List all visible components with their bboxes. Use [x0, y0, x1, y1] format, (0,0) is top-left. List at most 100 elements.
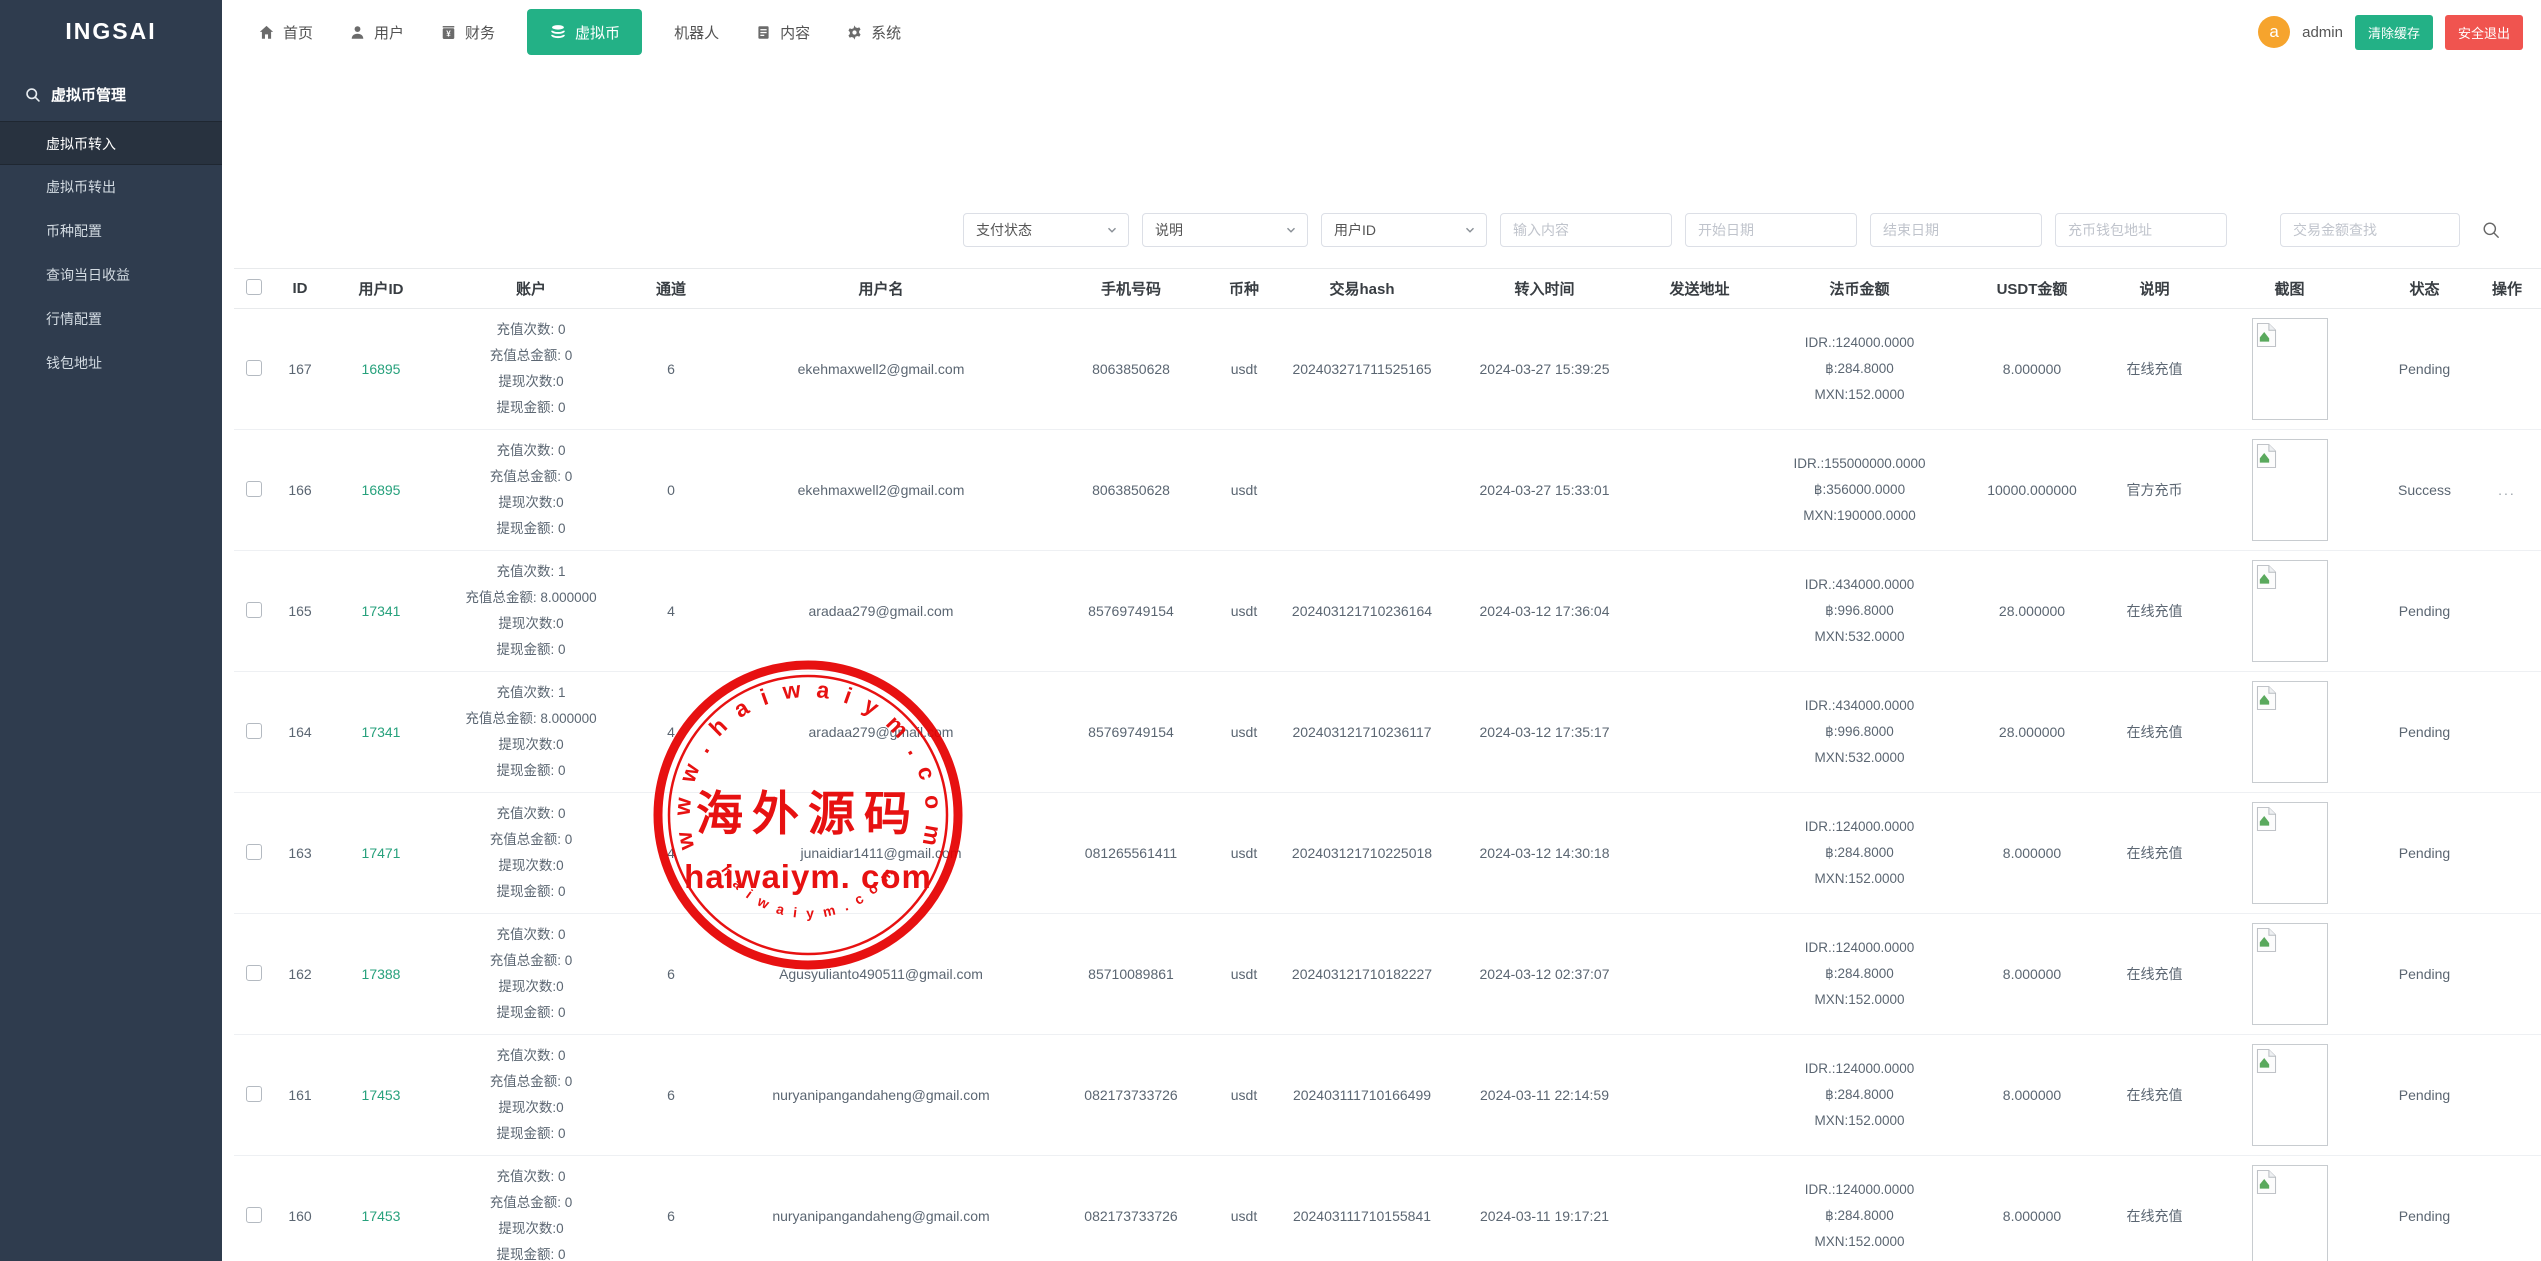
- select-all-checkbox[interactable]: [246, 279, 262, 295]
- user-id-link[interactable]: 16895: [362, 482, 401, 498]
- cell-id: 162: [274, 914, 326, 1035]
- cell-note: 在线充值: [2107, 793, 2202, 914]
- row-checkbox[interactable]: [246, 1086, 262, 1102]
- row-actions[interactable]: ...: [2498, 482, 2516, 498]
- nav-item-system[interactable]: 系统: [846, 0, 901, 64]
- table-header-row: ID用户ID账户通道用户名手机号码币种交易hash转入时间发送地址法币金额USD…: [234, 269, 2541, 309]
- column-header-status: 状态: [2377, 269, 2472, 309]
- broken-image-icon: [2256, 564, 2277, 590]
- screenshot-thumb[interactable]: [2252, 1044, 2328, 1146]
- cell-op: [2472, 551, 2541, 672]
- search-icon[interactable]: [2481, 220, 2501, 240]
- screenshot-thumb[interactable]: [2252, 439, 2328, 541]
- nav-item-crypto[interactable]: 虚拟币: [527, 9, 642, 55]
- sidebar-item-crypto-in[interactable]: 虚拟币转入: [0, 121, 222, 165]
- screenshot-thumb[interactable]: [2252, 318, 2328, 420]
- cell-fiat: IDR.:124000.0000฿:284.8000MXN:152.0000: [1762, 309, 1957, 430]
- screenshot-thumb[interactable]: [2252, 1165, 2328, 1261]
- table-body: 16716895充值次数: 0充值总金额: 0提现次数:0提现金额: 06eke…: [234, 309, 2541, 1261]
- pay-status-select[interactable]: 支付状态: [963, 213, 1129, 247]
- row-checkbox[interactable]: [246, 1207, 262, 1223]
- fiat-line: ฿:356000.0000: [1764, 477, 1955, 503]
- user-id-link[interactable]: 17341: [362, 603, 401, 619]
- row-checkbox[interactable]: [246, 481, 262, 497]
- user-id-link[interactable]: 17471: [362, 845, 401, 861]
- cell-uid: 16895: [326, 309, 436, 430]
- userbar: a admin 清除缓存 安全退出: [2258, 15, 2541, 50]
- start-date-input[interactable]: [1685, 213, 1857, 247]
- logout-button[interactable]: 安全退出: [2445, 15, 2523, 50]
- nav-item-label: 虚拟币: [575, 22, 620, 43]
- avatar[interactable]: a: [2258, 16, 2290, 48]
- nav-item-finance[interactable]: ¥财务: [440, 0, 495, 64]
- user-id-link[interactable]: 17341: [362, 724, 401, 740]
- column-header-time: 转入时间: [1452, 269, 1637, 309]
- cell-id: 166: [274, 430, 326, 551]
- cell-status: Pending: [2377, 551, 2472, 672]
- nav-item-content[interactable]: 内容: [755, 0, 810, 64]
- cell-id: 160: [274, 1156, 326, 1261]
- clear-cache-button[interactable]: 清除缓存: [2355, 15, 2433, 50]
- sidebar-section-crypto-management[interactable]: 虚拟币管理: [0, 62, 222, 121]
- end-date-input[interactable]: [1870, 213, 2042, 247]
- filter-bar: 支付状态 说明 用户ID: [234, 213, 2501, 247]
- account-line: 提现次数:0: [438, 611, 624, 637]
- cell-note: 在线充值: [2107, 914, 2202, 1035]
- cell-account: 充值次数: 0充值总金额: 0提现次数:0提现金额: 0: [436, 1035, 626, 1156]
- cell-username: aradaa279@gmail.com: [716, 551, 1046, 672]
- user-id-link[interactable]: 17453: [362, 1208, 401, 1224]
- sidebar-item-coin-config[interactable]: 币种配置: [0, 209, 222, 253]
- fiat-line: IDR.:124000.0000: [1764, 814, 1955, 840]
- cell-status: Pending: [2377, 1156, 2472, 1261]
- home-icon: [258, 24, 275, 41]
- screenshot-thumb[interactable]: [2252, 560, 2328, 662]
- nav-item-label: 首页: [283, 22, 313, 43]
- user-id-link[interactable]: 17453: [362, 1087, 401, 1103]
- cell-username: junaidiar1411@gmail.com: [716, 793, 1046, 914]
- document-icon: [755, 24, 772, 41]
- cell-coin: usdt: [1216, 1156, 1272, 1261]
- nav-item-users[interactable]: 用户: [349, 0, 404, 64]
- keyword-input[interactable]: [1500, 213, 1672, 247]
- cell-hash: 202403111710166499: [1272, 1035, 1452, 1156]
- cell-cb: [234, 1035, 274, 1156]
- sidebar-item-crypto-out[interactable]: 虚拟币转出: [0, 165, 222, 209]
- magnifier-icon: [24, 86, 42, 104]
- account-line: 充值总金额: 0: [438, 1190, 624, 1216]
- cell-op: [2472, 1035, 2541, 1156]
- screenshot-thumb[interactable]: [2252, 923, 2328, 1025]
- sidebar-item-daily-income[interactable]: 查询当日收益: [0, 253, 222, 297]
- account-line: 提现次数:0: [438, 490, 624, 516]
- row-checkbox[interactable]: [246, 844, 262, 860]
- nav-item-home[interactable]: 首页: [258, 0, 313, 64]
- row-checkbox[interactable]: [246, 723, 262, 739]
- main-nav: 首页 用户 ¥财务 虚拟币 机器人内容系统: [240, 0, 919, 64]
- fiat-line: MXN:532.0000: [1764, 745, 1955, 771]
- cell-username: ekehmaxwell2@gmail.com: [716, 430, 1046, 551]
- cell-channel: 6: [626, 914, 716, 1035]
- user-id-link[interactable]: 17388: [362, 966, 401, 982]
- cell-coin: usdt: [1216, 551, 1272, 672]
- gear-icon: [846, 24, 863, 41]
- user-id-link[interactable]: 16895: [362, 361, 401, 377]
- cell-cb: [234, 551, 274, 672]
- account-line: 充值次数: 0: [438, 317, 624, 343]
- sidebar-item-wallet-address[interactable]: 钱包地址: [0, 341, 222, 385]
- user-id-select[interactable]: 用户ID: [1321, 213, 1487, 247]
- row-checkbox[interactable]: [246, 360, 262, 376]
- amount-search-input[interactable]: [2280, 213, 2460, 247]
- cell-coin: usdt: [1216, 672, 1272, 793]
- row-checkbox[interactable]: [246, 602, 262, 618]
- account-line: 提现金额: 0: [438, 516, 624, 542]
- cell-account: 充值次数: 0充值总金额: 0提现次数:0提现金额: 0: [436, 309, 626, 430]
- row-checkbox[interactable]: [246, 965, 262, 981]
- nav-item-robot[interactable]: 机器人: [674, 0, 719, 64]
- note-select[interactable]: 说明: [1142, 213, 1308, 247]
- screenshot-thumb[interactable]: [2252, 681, 2328, 783]
- finance-icon: ¥: [440, 24, 457, 41]
- sidebar-item-market-config[interactable]: 行情配置: [0, 297, 222, 341]
- account-line: 提现金额: 0: [438, 758, 624, 784]
- table-row: 16716895充值次数: 0充值总金额: 0提现次数:0提现金额: 06eke…: [234, 309, 2541, 430]
- screenshot-thumb[interactable]: [2252, 802, 2328, 904]
- wallet-address-input[interactable]: [2055, 213, 2227, 247]
